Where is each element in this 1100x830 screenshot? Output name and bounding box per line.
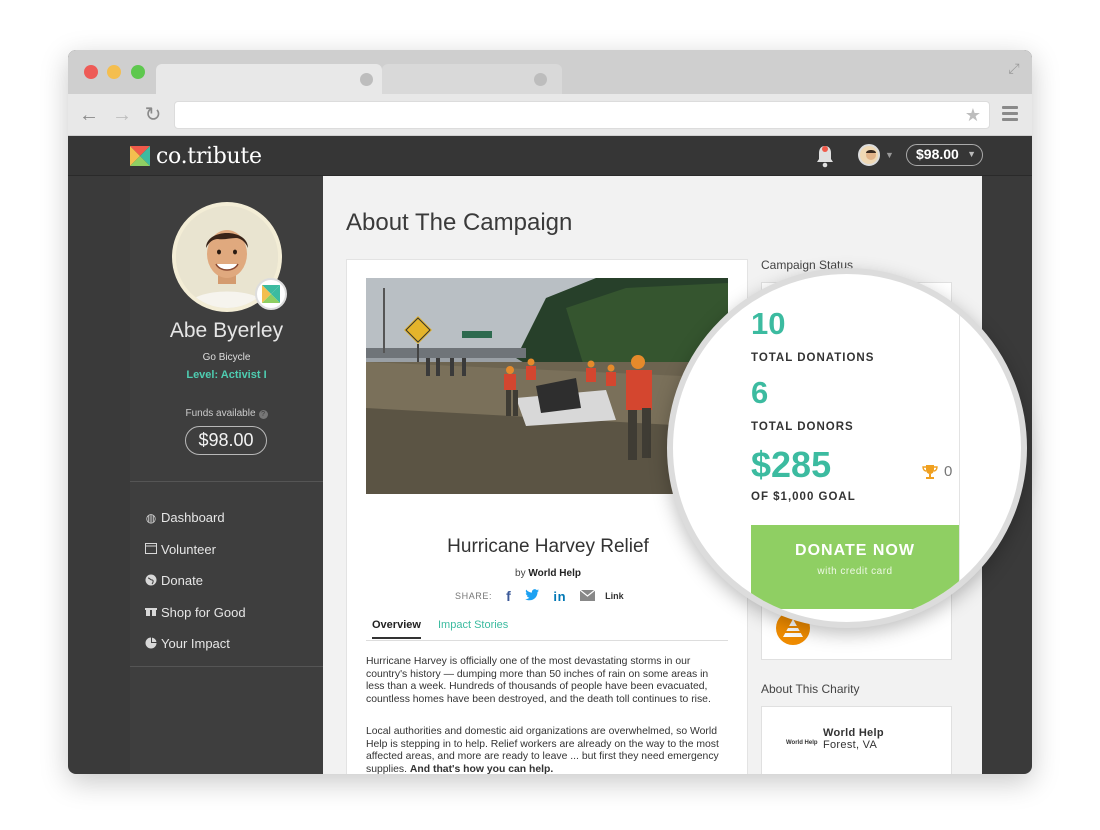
page-title: About The Campaign [346,209,573,236]
sidebar-divider [130,481,323,482]
facebook-icon[interactable]: f [506,588,511,604]
balance-dropdown[interactable]: $98.00 ▼ [906,144,983,166]
tab-close-icon[interactable] [360,73,373,86]
sidebar-divider [130,666,323,667]
expand-icon[interactable]: ⤢ [1006,60,1022,76]
total-donations-value: 10 [751,306,786,341]
sidebar-item-label: Donate [161,573,203,589]
sidebar-item-label: Volunteer [161,541,216,557]
campaign-paragraph-emphasis: And that's how you can help. [409,763,554,774]
activist-badge-icon [255,278,287,310]
byline-org-link[interactable]: World Help [528,568,581,579]
donate-button-sublabel: with credit card [817,566,893,577]
logo-mark-icon [130,146,150,166]
charity-name: World Help [823,727,884,739]
charity-info-card[interactable]: World Help World Help Forest, VA [761,706,952,774]
browser-nav-bar: ← → ↻ ★ [68,94,1032,136]
address-bar[interactable]: ★ [174,101,990,129]
byline-prefix: by [515,568,526,579]
user-level: Level: Activist I [186,369,267,381]
magnifier-panel-edge [959,274,960,622]
share-label: SHARE: [455,591,493,601]
chevron-down-icon[interactable]: ▼ [885,150,894,160]
status-magnifier: 10 TOTAL DONATIONS 6 TOTAL DONORS $285 O… [667,268,1027,628]
campaign-paragraph: Local authorities and domestic aid organ… [366,726,728,774]
close-window-button[interactable] [84,65,98,79]
app-header: co.tribute ▼ $98.00 ▼ [68,136,1032,176]
browser-tab-active[interactable] [156,64,382,96]
calendar-icon [144,542,158,556]
chevron-down-icon: ▼ [967,149,976,159]
user-avatar-small[interactable] [858,144,880,166]
funds-label: Funds available? [130,408,323,419]
maximize-window-button[interactable] [131,65,145,79]
about-charity-label: About This Charity [761,682,860,696]
email-icon[interactable] [579,589,596,603]
logo-text: co.tribute [156,143,262,169]
share-bar: SHARE: f in Link [455,588,624,604]
linkedin-icon[interactable]: in [553,589,566,604]
sidebar-item-label: Your Impact [161,636,230,652]
twitter-icon[interactable] [525,589,540,603]
reload-icon[interactable]: ↻ [142,104,164,126]
tab-impact-stories[interactable]: Impact Stories [438,619,508,631]
user-cause: Go Bicycle [202,352,251,363]
user-name: Abe Byerley [169,319,284,342]
browser-tab-inactive[interactable] [382,64,562,96]
sidebar-nav: ◍ Dashboard Volunteer Donate Shop for Go… [144,502,314,660]
total-donations-label: TOTAL DONATIONS [751,352,875,364]
sidebar-item-label: Shop for Good [161,604,246,620]
charity-location: Forest, VA [823,739,878,751]
sidebar-item-your-impact[interactable]: Your Impact [144,628,314,660]
help-icon[interactable]: ? [258,410,268,419]
forward-arrow-icon[interactable]: → [111,104,133,126]
sidebar-item-dashboard[interactable]: ◍ Dashboard [144,502,314,534]
minimize-window-button[interactable] [107,65,121,79]
trophy-count-value: 0 [944,463,953,480]
donate-now-button[interactable]: DONATE NOW with credit card [751,525,959,609]
sidebar-item-shop-for-good[interactable]: Shop for Good [144,597,314,629]
back-arrow-icon[interactable]: ← [78,104,100,126]
balance-value: $98.00 [916,146,959,162]
sidebar: Abe Byerley Go Bicycle Level: Activist I… [130,176,323,774]
goal-label: OF $1,000 GOAL [751,491,856,503]
dashboard-icon: ◍ [145,510,157,525]
gift-icon [144,605,158,619]
funds-label-text: Funds available [185,408,256,419]
browser-title-bar: ⤢ [68,50,1032,96]
menu-icon[interactable] [1002,106,1018,124]
world-help-logo: World Help [786,740,818,746]
campaign-byline: by World Help [347,568,749,579]
donate-button-label: DONATE NOW [795,542,915,559]
sidebar-item-donate[interactable]: Donate [144,565,314,597]
campaign-paragraph: Hurricane Harvey is officially one of th… [366,656,711,705]
star-icon[interactable]: ★ [965,105,981,126]
copy-link-button[interactable]: Link [605,591,624,601]
sidebar-item-label: Dashboard [161,510,225,526]
funds-available-value: $98.00 [185,426,267,455]
tab-overview[interactable]: Overview [372,619,421,639]
campaign-tabs: Overview Impact Stories [366,617,728,641]
cotribute-logo[interactable]: co.tribute [130,142,262,170]
pie-chart-icon [144,637,158,651]
campaign-title: Hurricane Harvey Relief [447,536,649,557]
total-donors-label: TOTAL DONORS [751,421,854,433]
globe-icon [144,574,158,588]
trophy-count: 0 [922,463,952,480]
trophy-icon [922,464,938,479]
total-donors-value: 6 [751,375,769,410]
tab-close-icon[interactable] [534,73,547,86]
sidebar-item-volunteer[interactable]: Volunteer [144,534,314,566]
amount-raised-value: $285 [751,444,832,485]
notification-bell-icon[interactable] [814,144,836,168]
